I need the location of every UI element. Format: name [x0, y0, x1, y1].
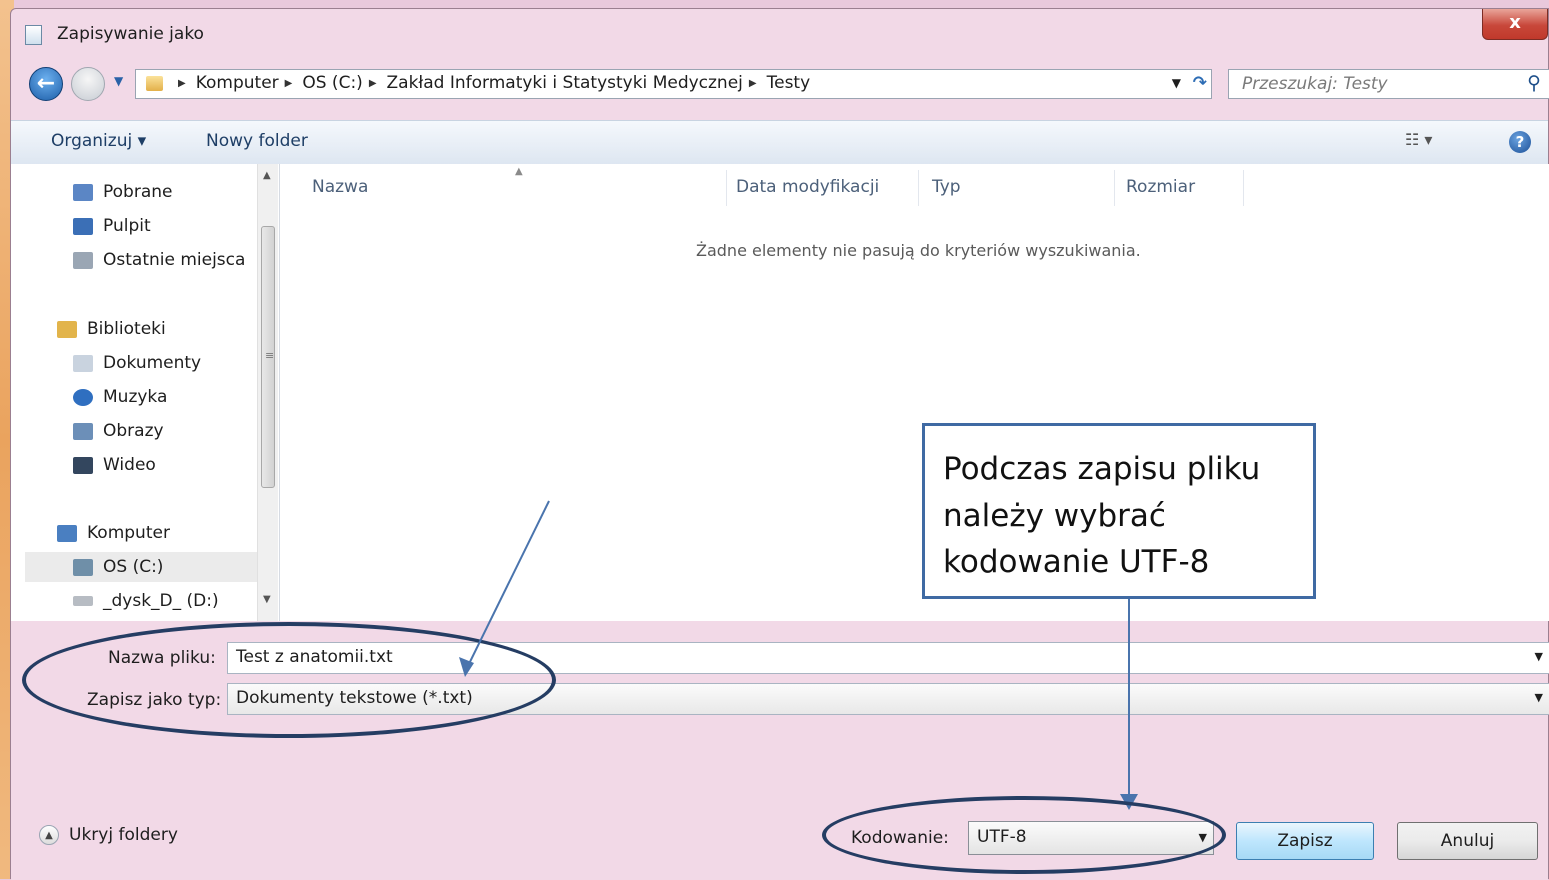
navigation-bar: ← ▼ ▶ Komputer ▶ OS (C:) ▶ Zakład Informaty…	[11, 64, 1549, 104]
callout-connector	[1128, 599, 1130, 799]
column-divider[interactable]	[1243, 170, 1244, 206]
search-box[interactable]: Przeszukaj: Testy ⚲	[1228, 69, 1549, 99]
video-icon	[73, 456, 93, 474]
breadcrumb-separator-icon: ▶	[368, 77, 377, 89]
sidebar-item-muzyka[interactable]: Muzyka	[73, 382, 167, 412]
new-folder-button[interactable]: Nowy folder	[206, 131, 308, 151]
column-divider[interactable]	[726, 170, 727, 206]
column-header-nazwa[interactable]: Nazwa	[312, 177, 368, 197]
file-list: ▲ Nazwa Data modyfikacji Typ Rozmiar Żad…	[280, 164, 1549, 621]
save-button[interactable]: Zapisz	[1236, 822, 1374, 860]
breadcrumb-item[interactable]: ▶ Testy	[743, 73, 810, 93]
documents-icon	[73, 354, 93, 372]
sidebar-item-os-c[interactable]: OS (C:)	[25, 552, 257, 582]
callout-text: Podczas zapisu pliku należy wybrać kodow…	[943, 451, 1261, 580]
back-arrow-icon: ←	[36, 71, 56, 96]
sidebar-item-ostatnie-miejsca[interactable]: Ostatnie miejsca	[73, 245, 245, 275]
address-dropdown-icon[interactable]: ▼	[1172, 76, 1181, 90]
breadcrumb-item[interactable]: ▶ OS (C:)	[279, 73, 363, 93]
scroll-up-icon[interactable]: ▲	[263, 170, 271, 181]
back-button[interactable]: ←	[29, 67, 63, 101]
scroll-grip-icon: ≡	[265, 349, 275, 362]
sidebar-item-wideo[interactable]: Wideo	[73, 450, 156, 480]
hide-folders-button[interactable]: ▲ Ukryj foldery	[39, 825, 178, 845]
search-placeholder: Przeszukaj: Testy	[1242, 74, 1388, 94]
sidebar-item-obrazy[interactable]: Obrazy	[73, 416, 164, 446]
cancel-button[interactable]: Anuluj	[1397, 822, 1538, 860]
command-toolbar: Organizuj ▾ Nowy folder ☷ ▾ ?	[11, 120, 1548, 166]
close-button[interactable]: x	[1482, 9, 1548, 40]
drive-c-icon	[73, 558, 93, 576]
folder-icon	[146, 76, 163, 91]
column-header-rozmiar[interactable]: Rozmiar	[1126, 177, 1195, 197]
column-header-typ[interactable]: Typ	[932, 177, 961, 197]
scroll-down-icon[interactable]: ▼	[263, 594, 271, 605]
navigation-pane: Pobrane Pulpit Ostatnie miejsca Bibliote…	[11, 164, 280, 621]
collapse-up-icon: ▲	[39, 825, 59, 845]
desktop-icon	[73, 217, 93, 235]
annotation-ellipse-encoding	[822, 796, 1226, 874]
breadcrumb: ▶ Komputer ▶ OS (C:) ▶ Zakład Informatyki i…	[172, 73, 810, 93]
sidebar-item-dokumenty[interactable]: Dokumenty	[73, 348, 201, 378]
breadcrumb-item[interactable]: ▶ Zakład Informatyki i Statystyki Medyczn…	[363, 73, 743, 93]
help-icon[interactable]: ?	[1509, 131, 1531, 153]
sidebar-item-pulpit[interactable]: Pulpit	[73, 211, 151, 241]
search-icon[interactable]: ⚲	[1527, 72, 1541, 94]
empty-results-message: Żadne elementy nie pasują do kryteriów w…	[696, 241, 1141, 260]
annotation-ellipse-filename	[22, 622, 556, 738]
breadcrumb-separator-icon: ▶	[284, 77, 293, 89]
column-divider[interactable]	[1114, 170, 1115, 206]
callout-box: Podczas zapisu pliku należy wybrać kodow…	[922, 423, 1316, 599]
forward-button[interactable]	[71, 67, 105, 101]
sidebar-item-komputer[interactable]: Komputer	[57, 518, 170, 548]
breadcrumb-separator-icon: ▶	[178, 77, 186, 89]
libraries-icon	[57, 320, 77, 338]
refresh-icon[interactable]: ↷	[1193, 73, 1207, 93]
window-title: Zapisywanie jako	[57, 24, 204, 44]
pictures-icon	[73, 422, 93, 440]
file-type-dropdown-icon[interactable]: ▼	[1535, 691, 1543, 704]
save-as-dialog: Zapisywanie jako x ← ▼ ▶ Komputer ▶ OS (C:…	[10, 8, 1549, 880]
breadcrumb-item[interactable]: ▶ Komputer	[172, 73, 279, 93]
notepad-icon	[25, 25, 42, 45]
breadcrumb-separator-icon: ▶	[748, 77, 757, 89]
history-dropdown-icon[interactable]: ▼	[114, 74, 123, 88]
filename-dropdown-icon[interactable]: ▼	[1535, 650, 1543, 663]
sidebar-item-dysk-d[interactable]: _dysk_D_ (D:)	[73, 586, 219, 616]
sort-ascending-icon: ▲	[515, 166, 523, 177]
column-header-data[interactable]: Data modyfikacji	[736, 177, 879, 197]
column-divider[interactable]	[918, 170, 919, 206]
view-options-button[interactable]: ☷ ▾	[1405, 130, 1432, 149]
sidebar-item-pobrane[interactable]: Pobrane	[73, 177, 172, 207]
sidebar-item-biblioteki[interactable]: Biblioteki	[57, 314, 166, 344]
computer-icon	[57, 524, 77, 542]
organize-button[interactable]: Organizuj ▾	[51, 131, 146, 151]
navigation-scrollbar[interactable]: ▲ ≡ ▼	[257, 164, 278, 621]
title-bar: Zapisywanie jako x	[11, 9, 1548, 53]
recent-places-icon	[73, 251, 93, 269]
address-bar[interactable]: ▶ Komputer ▶ OS (C:) ▶ Zakład Informatyki i…	[135, 69, 1212, 99]
downloads-icon	[73, 183, 93, 201]
drive-d-icon	[73, 596, 93, 606]
music-icon	[73, 388, 93, 406]
